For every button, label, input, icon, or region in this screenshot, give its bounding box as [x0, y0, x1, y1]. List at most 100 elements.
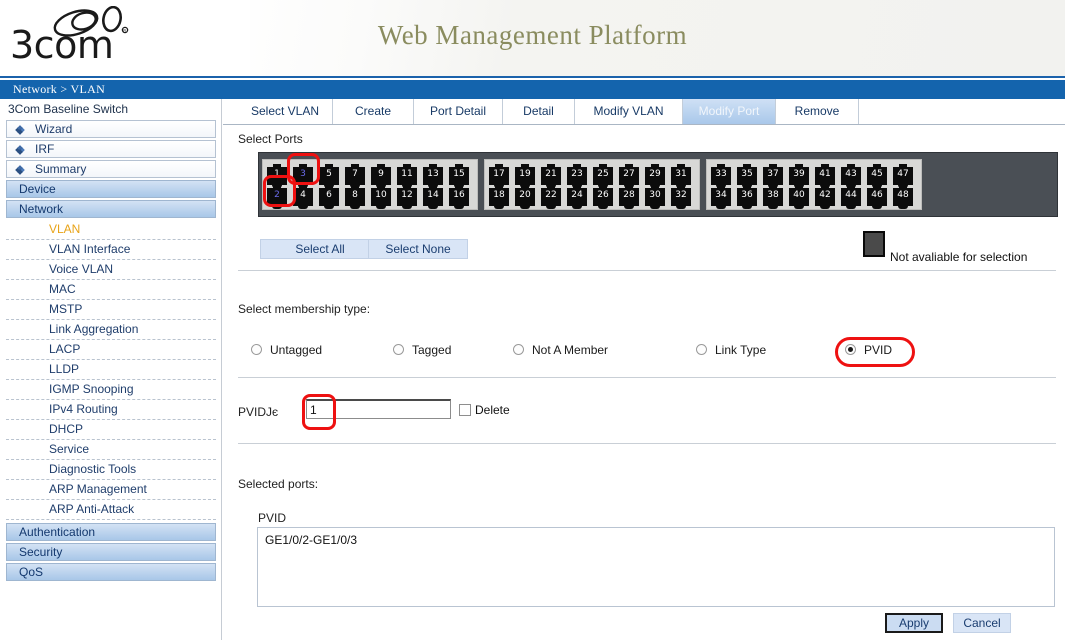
- port-22[interactable]: 22: [541, 185, 561, 209]
- port-number-label: 40: [793, 190, 805, 200]
- sidebar-item-vlan[interactable]: VLAN: [6, 220, 216, 240]
- port-9[interactable]: 9: [371, 164, 391, 188]
- port-31[interactable]: 31: [671, 164, 691, 188]
- tab-select-vlan[interactable]: Select VLAN: [238, 99, 333, 124]
- port-33[interactable]: 33: [711, 164, 731, 188]
- port-14[interactable]: 14: [423, 185, 443, 209]
- port-39[interactable]: 39: [789, 164, 809, 188]
- port-44[interactable]: 44: [841, 185, 861, 209]
- sidebar-item-lacp[interactable]: LACP: [6, 340, 216, 360]
- port-27[interactable]: 27: [619, 164, 639, 188]
- port-23[interactable]: 23: [567, 164, 587, 188]
- port-43[interactable]: 43: [841, 164, 861, 188]
- sidebar-item-mac[interactable]: MAC: [6, 280, 216, 300]
- port-24[interactable]: 24: [567, 185, 587, 209]
- port-18[interactable]: 18: [489, 185, 509, 209]
- port-group-2: 17 19 21 23 25 27 29 31 18 20 22 24 26 28 30 32: [484, 159, 700, 210]
- sidebar-item-igmp-snooping[interactable]: IGMP Snooping: [6, 380, 216, 400]
- sidebar-group-qos[interactable]: QoS: [6, 563, 216, 581]
- tab-bar: Select VLAN Create Port Detail Detail Modify…: [223, 99, 1065, 125]
- port-8[interactable]: 8: [345, 185, 365, 209]
- selected-ports-box[interactable]: GE1/0/2-GE1/0/3: [257, 527, 1055, 607]
- tab-modify-vlan[interactable]: Modify VLAN: [575, 99, 683, 124]
- port-number-label: 37: [767, 169, 779, 179]
- port-40[interactable]: 40: [789, 185, 809, 209]
- port-21[interactable]: 21: [541, 164, 561, 188]
- port-25[interactable]: 25: [593, 164, 613, 188]
- port-35[interactable]: 35: [737, 164, 757, 188]
- port-3[interactable]: 3: [293, 164, 313, 188]
- tab-remove[interactable]: Remove: [776, 99, 859, 124]
- sidebar-item-voice-vlan[interactable]: Voice VLAN: [6, 260, 216, 280]
- sidebar-item-mstp[interactable]: MSTP: [6, 300, 216, 320]
- sidebar-item-irf[interactable]: IRF: [6, 140, 216, 158]
- port-34[interactable]: 34: [711, 185, 731, 209]
- port-number-label: 43: [845, 169, 857, 179]
- port-28[interactable]: 28: [619, 185, 639, 209]
- port-7[interactable]: 7: [345, 164, 365, 188]
- port-17[interactable]: 17: [489, 164, 509, 188]
- select-none-button[interactable]: Select None: [368, 239, 468, 259]
- port-number-label: 35: [741, 169, 753, 179]
- port-6[interactable]: 6: [319, 185, 339, 209]
- port-15[interactable]: 15: [449, 164, 469, 188]
- delete-checkbox[interactable]: [459, 404, 471, 416]
- port-16[interactable]: 16: [449, 185, 469, 209]
- sidebar-group-security[interactable]: Security: [6, 543, 216, 561]
- membership-radio-group: Untagged Tagged Not A Member Link Type PVID: [223, 343, 1065, 363]
- sidebar-item-service[interactable]: Service: [6, 440, 216, 460]
- tab-port-detail[interactable]: Port Detail: [414, 99, 503, 124]
- sidebar-item-wizard[interactable]: Wizard: [6, 120, 216, 138]
- select-all-button[interactable]: Select All: [260, 239, 380, 259]
- port-46[interactable]: 46: [867, 185, 887, 209]
- port-42[interactable]: 42: [815, 185, 835, 209]
- port-30[interactable]: 30: [645, 185, 665, 209]
- port-1[interactable]: 1: [267, 164, 287, 188]
- port-10[interactable]: 10: [371, 185, 391, 209]
- cancel-button[interactable]: Cancel: [953, 613, 1011, 633]
- sidebar-item-diagnostic-tools[interactable]: Diagnostic Tools: [6, 460, 216, 480]
- sidebar-item-dhcp[interactable]: DHCP: [6, 420, 216, 440]
- port-45[interactable]: 45: [867, 164, 887, 188]
- port-32[interactable]: 32: [671, 185, 691, 209]
- port-26[interactable]: 26: [593, 185, 613, 209]
- sidebar-item-arp-anti-attack[interactable]: ARP Anti-Attack: [6, 500, 216, 520]
- port-12[interactable]: 12: [397, 185, 417, 209]
- port-2[interactable]: 2: [267, 185, 287, 209]
- port-5[interactable]: 5: [319, 164, 339, 188]
- port-number-label: 8: [352, 190, 358, 200]
- port-number-label: 6: [326, 190, 332, 200]
- port-19[interactable]: 19: [515, 164, 535, 188]
- port-11[interactable]: 11: [397, 164, 417, 188]
- sidebar-item-label: Wizard: [35, 122, 73, 136]
- breadcrumb: Network > VLAN: [0, 80, 1065, 99]
- port-48[interactable]: 48: [893, 185, 913, 209]
- radio-label: Untagged: [270, 343, 323, 357]
- sidebar-item-arp-management[interactable]: ARP Management: [6, 480, 216, 500]
- port-4[interactable]: 4: [293, 185, 313, 209]
- pvid-input[interactable]: [306, 399, 451, 419]
- sidebar-item-link-aggregation[interactable]: Link Aggregation: [6, 320, 216, 340]
- port-number-label: 14: [427, 190, 439, 200]
- tab-create[interactable]: Create: [333, 99, 414, 124]
- sidebar-group-authentication[interactable]: Authentication: [6, 523, 216, 541]
- port-20[interactable]: 20: [515, 185, 535, 209]
- port-13[interactable]: 13: [423, 164, 443, 188]
- sidebar-group-network[interactable]: Network: [6, 200, 216, 218]
- port-41[interactable]: 41: [815, 164, 835, 188]
- radio-circle-icon: [513, 344, 524, 355]
- tab-modify-port[interactable]: Modify Port: [683, 99, 776, 124]
- sidebar-group-device[interactable]: Device: [6, 180, 216, 198]
- tab-detail[interactable]: Detail: [503, 99, 575, 124]
- apply-button[interactable]: Apply: [885, 613, 943, 633]
- port-36[interactable]: 36: [737, 185, 757, 209]
- port-47[interactable]: 47: [893, 164, 913, 188]
- port-37[interactable]: 37: [763, 164, 783, 188]
- port-29[interactable]: 29: [645, 164, 665, 188]
- sidebar-item-ipv4-routing[interactable]: IPv4 Routing: [6, 400, 216, 420]
- breadcrumb-text: Network > VLAN: [13, 82, 106, 96]
- sidebar-item-vlan-interface[interactable]: VLAN Interface: [6, 240, 216, 260]
- sidebar-item-lldp[interactable]: LLDP: [6, 360, 216, 380]
- port-38[interactable]: 38: [763, 185, 783, 209]
- sidebar-item-summary[interactable]: Summary: [6, 160, 216, 178]
